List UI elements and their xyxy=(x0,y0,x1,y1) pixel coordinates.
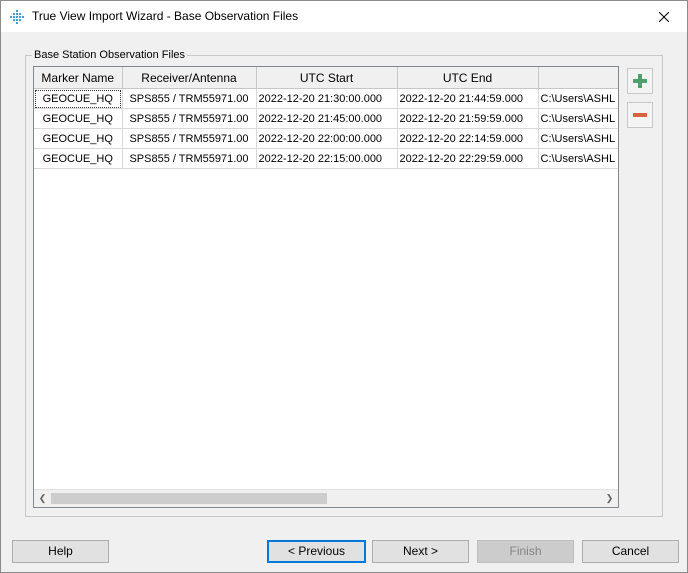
app-logo-icon xyxy=(9,9,25,25)
group-label: Base Station Observation Files xyxy=(32,49,188,61)
remove-file-button[interactable] xyxy=(627,102,653,128)
scroll-right-arrow-icon[interactable]: ❯ xyxy=(601,490,618,507)
cell-file-path[interactable]: C:\Users\ASHL xyxy=(538,88,618,109)
next-button[interactable]: Next > xyxy=(372,540,469,563)
cell-utc-start[interactable]: 2022-12-20 22:15:00.000 xyxy=(256,148,398,169)
window-title: True View Import Wizard - Base Observati… xyxy=(32,9,299,23)
finish-button: Finish xyxy=(477,540,574,563)
cell-receiver-antenna[interactable]: SPS855 / TRM55971.00 xyxy=(122,108,257,129)
table-row[interactable]: GEOCUE_HQ SPS855 / TRM55971.00 2022-12-2… xyxy=(34,128,618,149)
close-button[interactable] xyxy=(641,1,687,32)
cell-utc-start[interactable]: 2022-12-20 22:00:00.000 xyxy=(256,128,398,149)
cell-file-path[interactable]: C:\Users\ASHL xyxy=(538,128,618,149)
column-header-receiver-antenna[interactable]: Receiver/Antenna xyxy=(122,67,257,89)
close-icon xyxy=(659,11,669,22)
previous-button[interactable]: < Previous xyxy=(267,540,366,563)
cell-marker-name[interactable]: GEOCUE_HQ xyxy=(34,88,123,109)
table-row[interactable]: GEOCUE_HQ SPS855 / TRM55971.00 2022-12-2… xyxy=(34,148,618,169)
column-header-utc-start[interactable]: UTC Start xyxy=(256,67,398,89)
column-header-marker-name[interactable]: Marker Name xyxy=(34,67,123,89)
cell-receiver-antenna[interactable]: SPS855 / TRM55971.00 xyxy=(122,128,257,149)
scroll-left-arrow-icon[interactable]: ❮ xyxy=(34,490,51,507)
wizard-window: True View Import Wizard - Base Observati… xyxy=(0,0,688,573)
cell-marker-name[interactable]: GEOCUE_HQ xyxy=(34,108,123,129)
horizontal-scrollbar[interactable]: ❮ ❯ xyxy=(34,489,618,507)
cell-utc-start[interactable]: 2022-12-20 21:45:00.000 xyxy=(256,108,398,129)
observation-files-grid[interactable]: Marker Name Receiver/Antenna UTC Start U… xyxy=(33,66,619,508)
cell-utc-start[interactable]: 2022-12-20 21:30:00.000 xyxy=(256,88,398,109)
minus-icon xyxy=(633,113,647,117)
title-bar: True View Import Wizard - Base Observati… xyxy=(1,1,687,32)
column-header-utc-end[interactable]: UTC End xyxy=(397,67,539,89)
cell-file-path[interactable]: C:\Users\ASHL xyxy=(538,108,618,129)
cell-marker-name[interactable]: GEOCUE_HQ xyxy=(34,128,123,149)
cell-file-path[interactable]: C:\Users\ASHL xyxy=(538,148,618,169)
plus-icon xyxy=(633,74,647,88)
cell-utc-end[interactable]: 2022-12-20 22:29:59.000 xyxy=(397,148,539,169)
cell-utc-end[interactable]: 2022-12-20 21:44:59.000 xyxy=(397,88,539,109)
cell-utc-end[interactable]: 2022-12-20 22:14:59.000 xyxy=(397,128,539,149)
scrollbar-thumb[interactable] xyxy=(51,493,327,504)
help-button[interactable]: Help xyxy=(12,540,109,563)
cancel-button[interactable]: Cancel xyxy=(582,540,679,563)
cell-utc-end[interactable]: 2022-12-20 21:59:59.000 xyxy=(397,108,539,129)
cell-receiver-antenna[interactable]: SPS855 / TRM55971.00 xyxy=(122,88,257,109)
cell-marker-name[interactable]: GEOCUE_HQ xyxy=(34,148,123,169)
table-row[interactable]: GEOCUE_HQ SPS855 / TRM55971.00 2022-12-2… xyxy=(34,88,618,109)
column-header-file-path[interactable] xyxy=(538,67,618,89)
add-file-button[interactable] xyxy=(627,68,653,94)
table-row[interactable]: GEOCUE_HQ SPS855 / TRM55971.00 2022-12-2… xyxy=(34,108,618,129)
cell-receiver-antenna[interactable]: SPS855 / TRM55971.00 xyxy=(122,148,257,169)
